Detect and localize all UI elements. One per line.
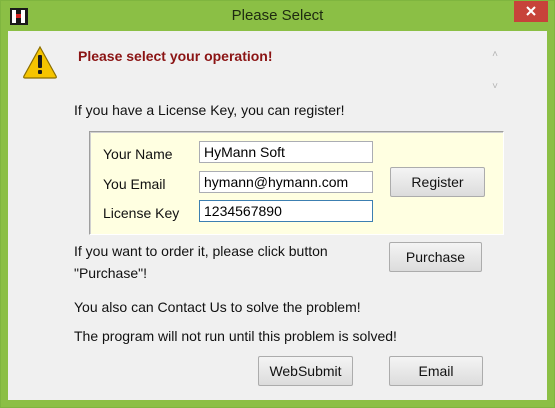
email-button[interactable]: Email [389, 356, 483, 386]
dialog-window: Please Select Please select your operati… [0, 0, 555, 408]
registration-panel: Your Name HyMann Soft You Email hymann@h… [89, 131, 504, 235]
purchase-button[interactable]: Purchase [389, 242, 482, 272]
close-icon [526, 6, 536, 16]
scroll-up-icon[interactable]: ˄ [489, 49, 501, 61]
purchase-text-line2: "Purchase"! [74, 265, 147, 281]
license-key-label: License Key [103, 205, 180, 221]
dialog-body: Please select your operation! ˄ ˅ If you… [8, 31, 547, 400]
register-button[interactable]: Register [390, 167, 485, 197]
purchase-text-line1: If you want to order it, please click bu… [74, 243, 328, 259]
warning-icon [23, 45, 57, 79]
window-title: Please Select [231, 7, 324, 24]
register-intro-text: If you have a License Key, you can regis… [74, 102, 345, 118]
license-key-field[interactable]: 1234567890 [199, 200, 373, 222]
close-button[interactable] [514, 1, 548, 22]
name-label: Your Name [103, 146, 173, 162]
contact-text: You also can Contact Us to solve the pro… [74, 299, 361, 315]
scroll-down-icon[interactable]: ˅ [489, 81, 501, 93]
websubmit-button[interactable]: WebSubmit [258, 356, 353, 386]
email-field[interactable]: hymann@hymann.com [199, 171, 373, 193]
title-bar[interactable]: Please Select [1, 1, 554, 31]
header-message: Please select your operation! [78, 48, 273, 64]
email-label: You Email [103, 176, 166, 192]
warning-text: The program will not run until this prob… [74, 328, 397, 344]
name-field[interactable]: HyMann Soft [199, 141, 373, 163]
